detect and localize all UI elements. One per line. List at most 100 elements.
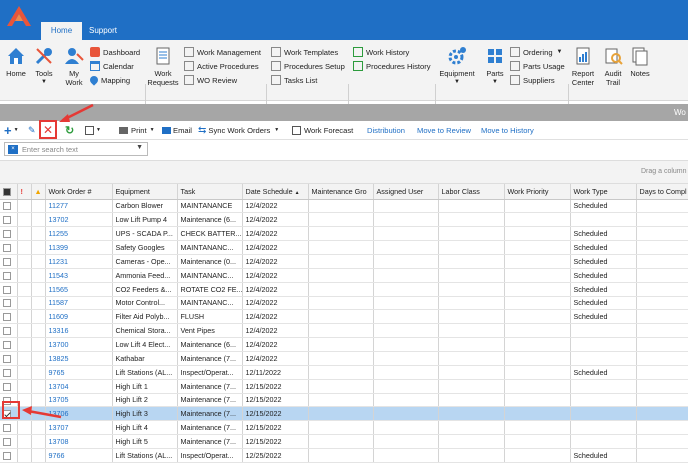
table-row[interactable]: 11399 Safety Googles MAINTANANC... 12/4/202…	[0, 240, 688, 255]
chevron-down-icon[interactable]: ▼	[136, 144, 143, 151]
column-header[interactable]: Work Order #	[45, 184, 113, 200]
row-checkbox[interactable]	[3, 230, 11, 239]
search-input[interactable]: × Enter search text ▼	[4, 142, 148, 156]
report-center-button[interactable]: Report Center	[570, 46, 596, 87]
row-checkbox[interactable]	[3, 271, 11, 280]
sync-work-orders-button[interactable]: ⇆ Sync Work Orders ▼	[198, 123, 279, 137]
table-row[interactable]: 13702 Low Lift Pump 4 Maintenance (6... 12/…	[0, 212, 688, 228]
work-templates-button[interactable]: Work Templates	[271, 46, 338, 58]
table-row[interactable]: 9765 Lift Stations (AL... Inspect/Operat..…	[0, 365, 688, 380]
dashboard-button[interactable]: Dashboard	[90, 46, 140, 58]
work-order-number-cell[interactable]: 9766	[45, 448, 113, 463]
work-order-number-cell[interactable]: 11609	[45, 309, 113, 325]
select-all-checkbox[interactable]	[0, 184, 18, 200]
tab-support[interactable]: Support	[89, 22, 117, 40]
work-order-number-cell[interactable]: 11399	[45, 240, 113, 255]
work-order-number-cell[interactable]: 13825	[45, 351, 113, 366]
column-header[interactable]: Days to Compl	[636, 184, 688, 200]
table-row[interactable]: 9766 Lift Stations (AL... Inspect/Operat..…	[0, 448, 688, 463]
equipment-button[interactable]: Equipment ▼	[438, 46, 476, 87]
work-order-number-cell[interactable]: 11231	[45, 254, 113, 269]
column-header[interactable]: Equipment	[112, 184, 178, 200]
table-row[interactable]: 13705 High Lift 2 Maintenance (7... 12/15/2…	[0, 393, 688, 408]
row-checkbox[interactable]	[3, 424, 11, 433]
refresh-button[interactable]: ↻	[65, 123, 74, 137]
row-checkbox[interactable]	[3, 285, 11, 294]
tab-home[interactable]: Home	[41, 22, 82, 40]
work-management-button[interactable]: Work Management	[184, 46, 261, 58]
email-button[interactable]: Email	[162, 123, 192, 137]
row-checkbox[interactable]	[3, 327, 11, 336]
column-header[interactable]: Maintenance Gro	[308, 184, 374, 200]
priority-header[interactable]: !	[17, 184, 32, 200]
work-order-number-cell[interactable]: 13708	[45, 434, 113, 449]
table-row[interactable]: 11587 Motor Control... MAINTANANC... 12/4/2…	[0, 296, 688, 311]
work-order-number-cell[interactable]: 13702	[45, 212, 113, 228]
procedures-history-button[interactable]: Procedures History	[353, 60, 431, 72]
column-header[interactable]: Task	[177, 184, 243, 200]
work-order-number-cell[interactable]: 9765	[45, 365, 113, 380]
column-header[interactable]: Work Priority	[504, 184, 571, 200]
tools-button[interactable]: Tools ▼	[33, 46, 55, 87]
row-checkbox[interactable]	[3, 257, 11, 266]
tasks-list-button[interactable]: Tasks List	[271, 74, 317, 86]
work-order-number-cell[interactable]: 11277	[45, 199, 113, 214]
distribution-link[interactable]: Distribution	[367, 123, 405, 137]
row-checkbox[interactable]	[3, 341, 11, 350]
row-checkbox[interactable]	[3, 313, 11, 322]
work-order-number-cell[interactable]: 11255	[45, 226, 113, 242]
table-row[interactable]: 11277 Carbon Blower MAINTANANCE 12/4/2022 Sc…	[0, 199, 688, 214]
column-header[interactable]: Labor Class	[438, 184, 505, 200]
row-checkbox[interactable]	[3, 354, 11, 363]
table-row[interactable]: 11543 Ammonia Feed... MAINTANANC... 12/4/20…	[0, 268, 688, 283]
work-history-button[interactable]: Work History	[353, 46, 409, 58]
table-row[interactable]: 11565 CO2 Feeders &... ROTATE CO2 FE... 12/…	[0, 282, 688, 297]
parts-button[interactable]: Parts ▼	[484, 46, 506, 87]
work-order-number-cell[interactable]: 13316	[45, 323, 113, 339]
move-to-review-link[interactable]: Move to Review	[417, 123, 471, 137]
row-checkbox[interactable]	[3, 438, 11, 447]
row-checkbox[interactable]	[3, 216, 11, 225]
table-row[interactable]: 13707 High Lift 4 Maintenance (7... 12/15/2…	[0, 420, 688, 436]
group-by-area[interactable]	[0, 160, 688, 184]
calendar-button[interactable]: Calendar	[90, 60, 134, 72]
home-button[interactable]: Home	[5, 46, 27, 78]
column-header[interactable]: Date Schedule ▲	[242, 184, 309, 200]
audit-trail-button[interactable]: Audit Trail	[602, 46, 624, 87]
table-row[interactable]: 13825 Kathabar Maintenance (7... 12/4/2022	[0, 351, 688, 366]
row-checkbox[interactable]	[3, 382, 11, 391]
table-row[interactable]: 11609 Filter Aid Polyb... FLUSH 12/4/2022 Sc…	[0, 309, 688, 325]
work-order-number-cell[interactable]: 11587	[45, 296, 113, 311]
move-to-history-link[interactable]: Move to History	[481, 123, 534, 137]
work-order-number-cell[interactable]: 13704	[45, 379, 113, 394]
row-checkbox[interactable]	[3, 202, 11, 211]
row-checkbox[interactable]	[3, 452, 11, 461]
print-button[interactable]: Print ▼	[119, 123, 155, 137]
row-checkbox[interactable]	[3, 299, 11, 308]
my-work-button[interactable]: My Work	[63, 46, 85, 87]
suppliers-button[interactable]: Suppliers	[510, 74, 555, 86]
table-row[interactable]: 13316 Chemical Stora... Vent Pipes 12/4/202…	[0, 323, 688, 339]
work-order-number-cell[interactable]: 13707	[45, 420, 113, 436]
row-checkbox[interactable]	[3, 368, 11, 377]
parts-usage-button[interactable]: Parts Usage	[510, 60, 565, 72]
work-order-number-cell[interactable]: 13700	[45, 337, 113, 352]
table-row[interactable]: 13706 High Lift 3 Maintenance (7... 12/15/2…	[0, 406, 688, 422]
table-row[interactable]: 13708 High Lift 5 Maintenance (7... 12/15/2…	[0, 434, 688, 449]
work-order-number-cell[interactable]: 11543	[45, 268, 113, 283]
table-row[interactable]: 13704 High Lift 1 Maintenance (7... 12/15/2…	[0, 379, 688, 394]
add-button[interactable]: + ▼	[4, 123, 19, 138]
active-procedures-button[interactable]: Active Procedures	[184, 60, 259, 72]
column-header[interactable]: Work Type	[570, 184, 637, 200]
wo-review-button[interactable]: WO Review	[184, 74, 237, 86]
table-row[interactable]: 11231 Cameras - Ope... Maintenance (0... 12…	[0, 254, 688, 269]
table-row[interactable]: 11255 UPS - SCADA P... CHECK BATTER... 12/4…	[0, 226, 688, 242]
table-row[interactable]: 13700 Low Lift 4 Elect... Maintenance (6..…	[0, 337, 688, 352]
mapping-button[interactable]: Mapping	[88, 74, 130, 86]
work-forecast-button[interactable]: Work Forecast	[292, 123, 353, 137]
work-requests-button[interactable]: Work Requests	[147, 46, 179, 87]
procedures-setup-button[interactable]: Procedures Setup	[271, 60, 345, 72]
ordering-button[interactable]: Ordering ▼	[510, 46, 563, 58]
work-order-number-cell[interactable]: 11565	[45, 282, 113, 297]
column-header[interactable]: Assigned User	[373, 184, 439, 200]
